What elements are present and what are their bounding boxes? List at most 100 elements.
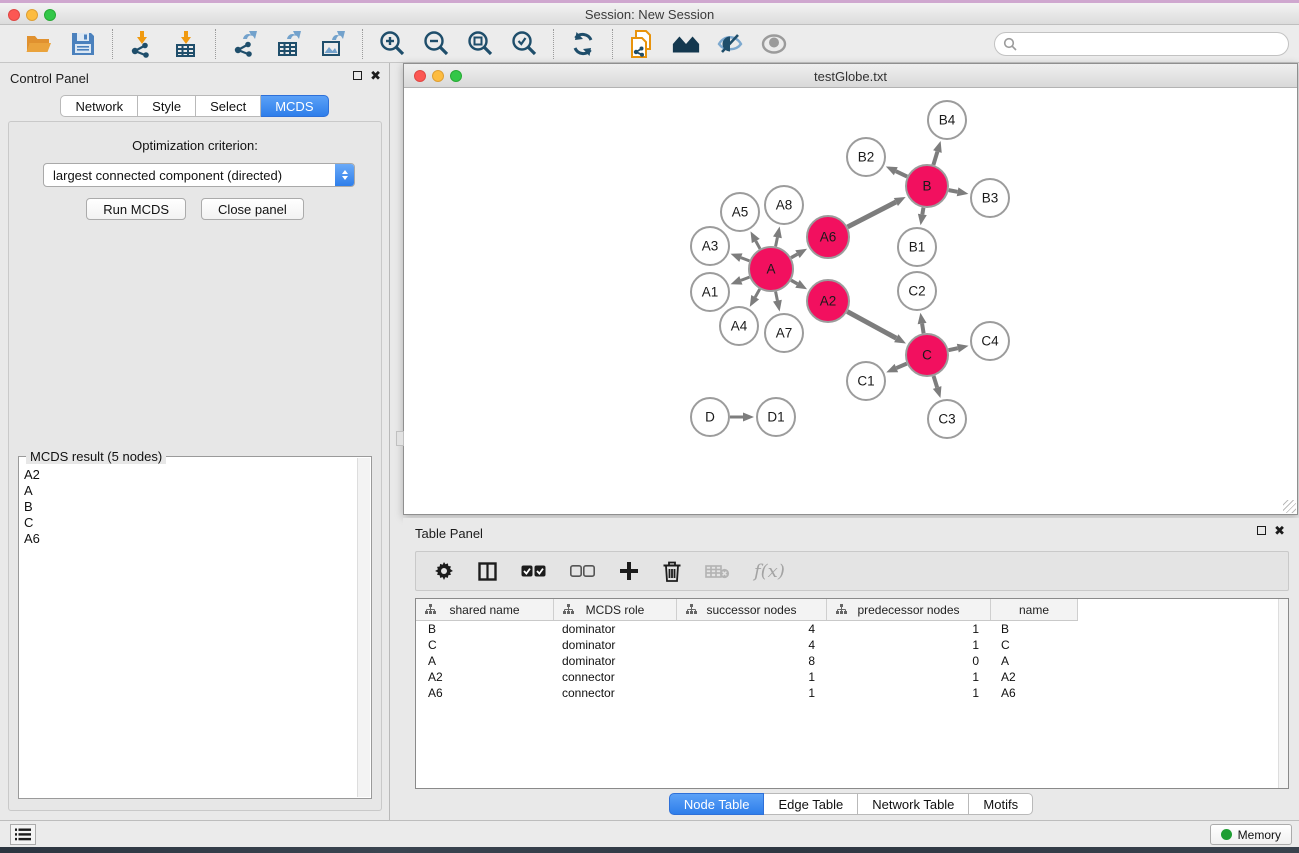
table-row[interactable]: Adominator80A (416, 653, 1278, 669)
edge-B-B1[interactable] (922, 208, 923, 215)
first-neighbors-icon[interactable] (671, 29, 701, 59)
float-table-panel-icon[interactable] (1257, 526, 1266, 535)
node-label-C4: C4 (981, 334, 999, 349)
zoom-in-icon[interactable] (377, 29, 407, 59)
tab-network[interactable]: Network (60, 95, 138, 117)
run-mcds-button[interactable]: Run MCDS (86, 198, 186, 220)
edge-C-C1[interactable] (896, 364, 906, 368)
edge-A-A5[interactable] (756, 241, 760, 249)
column-type-icon (686, 604, 697, 615)
result-scrollbar[interactable] (357, 458, 370, 797)
delete-table-icon[interactable] (705, 564, 730, 579)
zoom-selected-icon[interactable] (509, 29, 539, 59)
edge-C-C4[interactable] (948, 348, 957, 350)
table-row[interactable]: A2connector11A2 (416, 669, 1278, 685)
columns-icon[interactable] (478, 562, 497, 581)
edge-C-C3[interactable] (934, 376, 938, 388)
edge-A-A6[interactable] (791, 254, 797, 258)
tab-mcds[interactable]: MCDS (261, 95, 328, 117)
table-cell: 8 (677, 653, 827, 669)
splitter-handle[interactable] (396, 431, 404, 446)
table-scrollbar[interactable] (1278, 599, 1288, 788)
tab-edge-table[interactable]: Edge Table (764, 793, 858, 815)
import-network-icon[interactable] (127, 29, 157, 59)
result-item[interactable]: A (24, 483, 352, 499)
float-panel-icon[interactable] (353, 71, 362, 80)
optimization-criterion-dropdown[interactable]: largest connected component (directed) (43, 163, 355, 187)
node-label-C2: C2 (908, 284, 925, 299)
close-panel-button[interactable]: Close panel (201, 198, 304, 220)
zoom-fit-icon[interactable] (465, 29, 495, 59)
zoom-out-icon[interactable] (421, 29, 451, 59)
refresh-icon[interactable] (568, 29, 598, 59)
search-input[interactable] (1018, 34, 1288, 54)
table-row[interactable]: Bdominator41B (416, 621, 1278, 637)
show-details-icon[interactable] (759, 29, 789, 59)
save-session-icon[interactable] (68, 29, 98, 59)
function-builder-icon[interactable]: f(x) (754, 561, 785, 582)
close-panel-icon[interactable]: ✖ (370, 71, 381, 80)
import-table-icon[interactable] (171, 29, 201, 59)
select-all-icon[interactable] (521, 565, 546, 577)
result-item[interactable]: A6 (24, 531, 352, 547)
column-header-name[interactable]: name (991, 599, 1078, 620)
search-field[interactable] (994, 32, 1289, 56)
table-cell: 1 (827, 669, 991, 685)
mcds-result-list[interactable]: A2ABCA6 (20, 465, 356, 797)
tab-node-table[interactable]: Node Table (669, 793, 765, 815)
delete-icon[interactable] (663, 561, 681, 582)
network-view-window: testGlobe.txt AA1A2A3A4A5A6A7A8BB1B2B3B4… (403, 63, 1298, 515)
result-item[interactable]: A2 (24, 467, 352, 483)
tab-network-table[interactable]: Network Table (858, 793, 969, 815)
edge-A-A4[interactable] (755, 289, 760, 297)
edge-A6-B[interactable] (848, 202, 896, 227)
table-body: Bdominator41BCdominator41CAdominator80AA… (416, 621, 1278, 788)
tab-style[interactable]: Style (138, 95, 196, 117)
network-canvas[interactable]: AA1A2A3A4A5A6A7A8BB1B2B3B4CC1C2C3C4DD1 (404, 88, 1297, 514)
export-image-icon[interactable] (318, 29, 348, 59)
export-network-icon[interactable] (230, 29, 260, 59)
memory-button[interactable]: Memory (1210, 824, 1292, 845)
open-file-icon[interactable] (24, 29, 54, 59)
edge-A-A8[interactable] (776, 237, 778, 246)
task-history-button[interactable] (10, 824, 36, 845)
table-row[interactable]: A6connector11A6 (416, 685, 1278, 701)
column-header-shared-name[interactable]: shared name (416, 599, 554, 620)
column-header-predecessor-nodes[interactable]: predecessor nodes (827, 599, 991, 620)
tab-select[interactable]: Select (196, 95, 261, 117)
table-cell: connector (554, 669, 677, 685)
network-window-titlebar[interactable]: testGlobe.txt (404, 64, 1297, 88)
add-icon[interactable] (619, 561, 639, 581)
node-label-D1: D1 (767, 410, 784, 425)
close-table-panel-icon[interactable]: ✖ (1274, 526, 1285, 535)
export-table-icon[interactable] (274, 29, 304, 59)
edge-B-B4[interactable] (933, 152, 937, 165)
edge-C-C2[interactable] (922, 324, 924, 334)
table-cell: A (416, 653, 554, 669)
column-header-successor-nodes[interactable]: successor nodes (677, 599, 827, 620)
table-row[interactable]: Cdominator41C (416, 637, 1278, 653)
deselect-all-icon[interactable] (570, 565, 595, 577)
edge-B-B3[interactable] (949, 190, 958, 192)
duplicate-network-icon[interactable] (627, 29, 657, 59)
arrowhead-icon (731, 253, 743, 261)
gear-icon[interactable] (434, 561, 454, 581)
column-header-MCDS-role[interactable]: MCDS role (554, 599, 677, 620)
table-cell: dominator (554, 621, 677, 637)
network-graph[interactable]: AA1A2A3A4A5A6A7A8BB1B2B3B4CC1C2C3C4DD1 (404, 88, 1297, 514)
node-label-B1: B1 (909, 240, 926, 255)
node-label-A8: A8 (776, 198, 793, 213)
edge-A-A7[interactable] (776, 292, 778, 301)
table-cell: C (991, 637, 1078, 653)
edge-B-B2[interactable] (896, 171, 907, 176)
hide-details-icon[interactable] (715, 29, 745, 59)
edge-A-A3[interactable] (741, 258, 750, 261)
arrowhead-icon (773, 300, 782, 312)
edge-A-A2[interactable] (791, 280, 797, 284)
edge-A2-C[interactable] (847, 312, 896, 339)
edge-A-A1[interactable] (741, 277, 750, 280)
result-item[interactable]: B (24, 499, 352, 515)
result-item[interactable]: C (24, 515, 352, 531)
tab-motifs[interactable]: Motifs (969, 793, 1033, 815)
resize-grip-icon[interactable] (1283, 500, 1296, 513)
